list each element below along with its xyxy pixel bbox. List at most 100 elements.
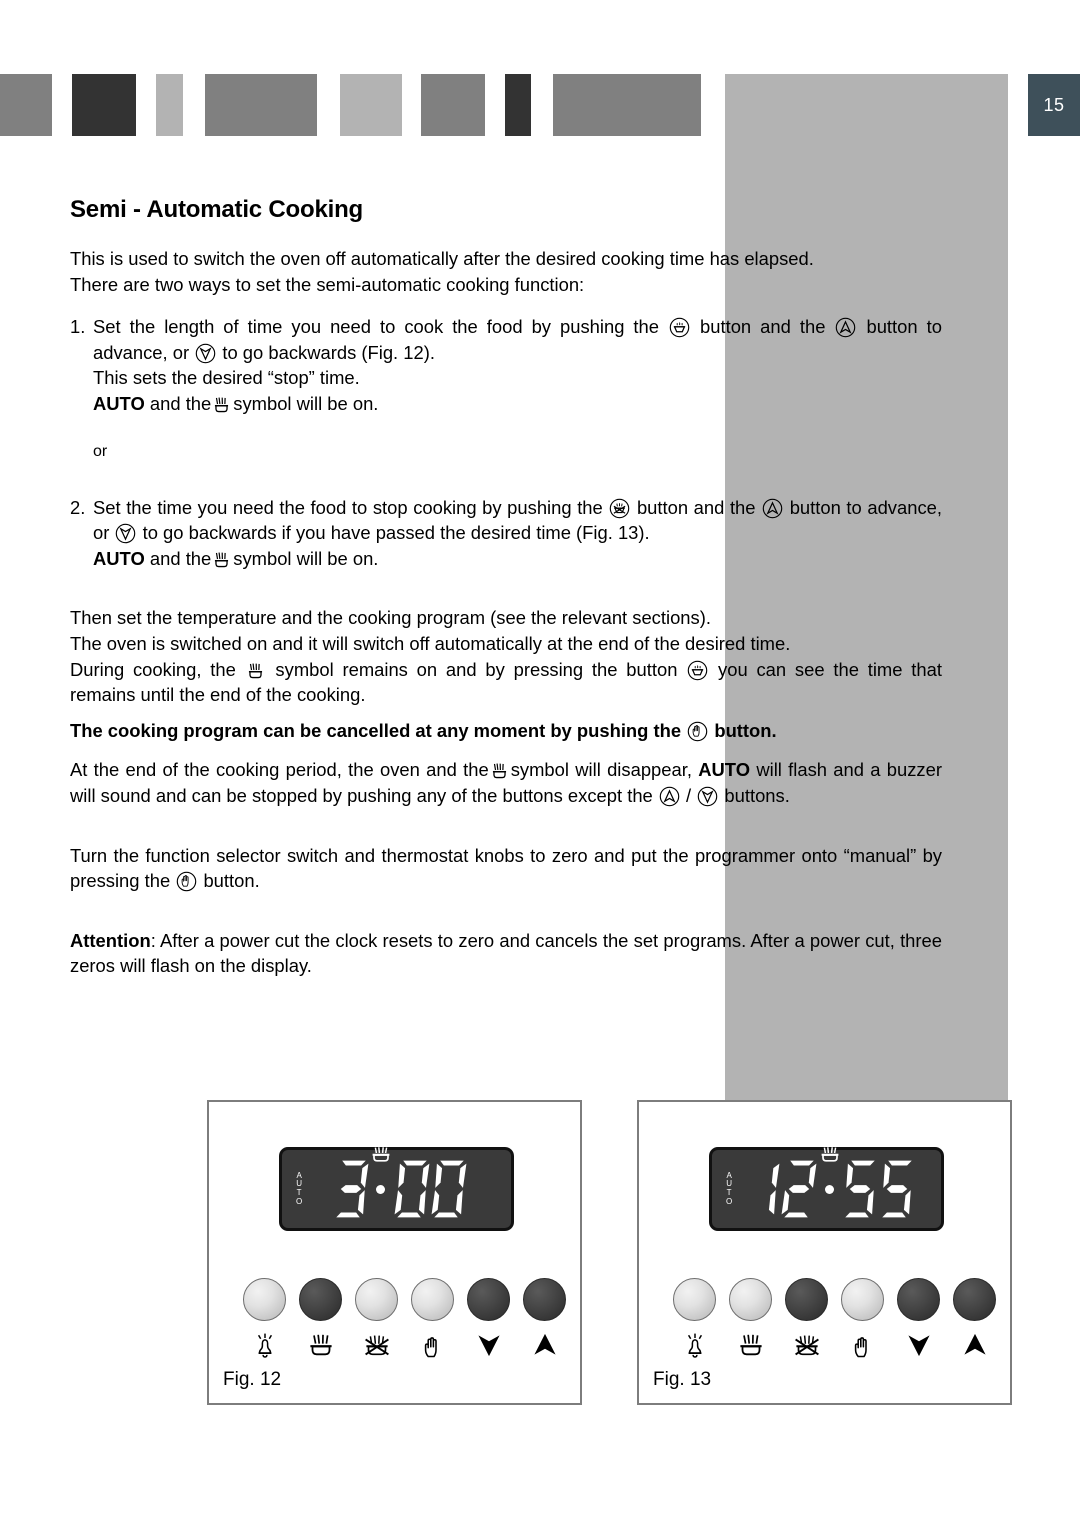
bar-4 xyxy=(205,74,317,136)
step-2-sub2-a: and the xyxy=(149,547,212,569)
decrease-button-knob[interactable] xyxy=(897,1278,940,1321)
end-cooking-a: At the end of the cooking period, the ov… xyxy=(70,759,489,781)
increase-button-knob[interactable] xyxy=(953,1278,996,1321)
hand-circled-icon xyxy=(176,871,197,892)
minute-minder-button-knob[interactable] xyxy=(673,1278,716,1321)
pan-steam-icon xyxy=(305,1330,337,1360)
lcd-digits xyxy=(732,1147,941,1220)
pan-steam-icon xyxy=(212,394,231,415)
step-1-auto-label: AUTO xyxy=(93,392,145,414)
step-1-sub-1: This sets the desired “stop” time. xyxy=(93,367,360,389)
figure-1: AUTO Fig. 12 xyxy=(207,1100,582,1405)
pan-steam-circled-icon xyxy=(687,660,708,681)
lcd-colon-group xyxy=(819,1147,841,1220)
increase-button-knob[interactable] xyxy=(523,1278,566,1321)
manual-reset-a: Turn the function selector switch and th… xyxy=(70,844,942,892)
step-2-text-d: to go backwards if you have passed the d… xyxy=(142,522,650,544)
end-cooking-button-knob[interactable] xyxy=(785,1278,828,1321)
manual-button-knob[interactable] xyxy=(411,1278,454,1321)
step-1: 1. Set the length of time you need to co… xyxy=(70,314,942,416)
chevron-down-icon xyxy=(473,1330,505,1360)
chevron-down-circled-icon xyxy=(195,343,216,364)
cooking-time-button[interactable] xyxy=(299,1278,342,1360)
or-separator: or xyxy=(93,442,108,460)
manual-button[interactable] xyxy=(411,1278,454,1360)
decrease-button[interactable] xyxy=(467,1278,510,1360)
bar-7 xyxy=(505,74,531,136)
body-line-2: The oven is switched on and it will swit… xyxy=(70,632,791,654)
step-2-sub-2: AUTO and the symbol will be on. xyxy=(93,546,942,572)
control-button-row xyxy=(673,1278,996,1360)
attention-paragraph: Attention: After a power cut the clock r… xyxy=(70,928,942,979)
control-button-row xyxy=(243,1278,566,1360)
step-2-sub2-b: symbol will be on. xyxy=(233,547,379,569)
pan-stop-circled-icon xyxy=(609,498,630,519)
pan-steam-circled-icon xyxy=(669,317,690,338)
bar-2 xyxy=(72,74,136,136)
pan-steam-icon xyxy=(490,760,509,781)
lcd-colon-group xyxy=(370,1147,392,1220)
lcd-colon-dot xyxy=(376,1185,386,1194)
step-1-sub-2: AUTO and the symbol will be on. xyxy=(93,391,942,417)
step-1-text-d: to go backwards (Fig. 12). xyxy=(222,341,435,363)
minute-minder-button[interactable] xyxy=(673,1278,716,1360)
cooking-time-button-knob[interactable] xyxy=(299,1278,342,1321)
manual-button[interactable] xyxy=(841,1278,884,1360)
cancel-program-notice: The cooking program can be cancelled at … xyxy=(70,718,942,744)
intro-line-2: There are two ways to set the semi-autom… xyxy=(70,273,585,295)
step-1-number: 1. xyxy=(70,316,86,338)
decrease-button-knob[interactable] xyxy=(467,1278,510,1321)
intro-line-1: This is used to switch the oven off auto… xyxy=(70,248,814,269)
bar-6 xyxy=(421,74,485,136)
hand-icon xyxy=(417,1330,449,1360)
minute-minder-button-knob[interactable] xyxy=(243,1278,286,1321)
increase-button[interactable] xyxy=(523,1278,566,1360)
pan-steam-icon xyxy=(246,660,265,681)
cancel-notice-b: button. xyxy=(714,719,777,741)
end-cooking-b: symbol will disappear, xyxy=(510,759,692,781)
cooking-time-button[interactable] xyxy=(729,1278,772,1360)
end-cooking-button-knob[interactable] xyxy=(355,1278,398,1321)
figure-caption: Fig. 13 xyxy=(653,1369,712,1390)
pan-steam-icon xyxy=(735,1330,767,1360)
pan-stop-icon xyxy=(361,1330,393,1360)
body-line-3-b: symbol remains on and by pressing the bu… xyxy=(275,658,678,680)
chevron-up-icon xyxy=(529,1330,561,1360)
lcd-digit xyxy=(781,1158,817,1220)
step-2: 2. Set the time you need the food to sto… xyxy=(70,495,942,572)
chevron-down-icon xyxy=(903,1330,935,1360)
body-line-1: Then set the temperature and the cooking… xyxy=(70,607,711,629)
bar-3 xyxy=(156,74,183,136)
figure-caption: Fig. 12 xyxy=(223,1369,282,1390)
step-2-number: 2. xyxy=(70,496,86,518)
decrease-button[interactable] xyxy=(897,1278,940,1360)
minute-minder-button[interactable] xyxy=(243,1278,286,1360)
increase-button[interactable] xyxy=(953,1278,996,1360)
end-cooking-d: buttons. xyxy=(724,784,790,806)
chevron-up-circled-icon xyxy=(659,786,680,807)
step-1-sub2-a: and the xyxy=(149,392,212,414)
bar-8 xyxy=(553,74,701,136)
chevron-down-circled-icon xyxy=(697,786,718,807)
attention-text: : After a power cut the clock resets to … xyxy=(70,929,942,977)
bell-icon xyxy=(249,1330,281,1360)
chevron-up-circled-icon xyxy=(762,498,783,519)
manual-reset-paragraph: Turn the function selector switch and th… xyxy=(70,843,942,894)
chevron-down-circled-icon xyxy=(115,523,136,544)
lcd-display: AUTO xyxy=(279,1147,514,1231)
step-1-sub2-b: symbol will be on. xyxy=(233,392,379,414)
manual-button-knob[interactable] xyxy=(841,1278,884,1321)
end-cooking-button[interactable] xyxy=(355,1278,398,1360)
lcd-digit xyxy=(394,1158,430,1220)
cancel-notice-a: The cooking program can be cancelled at … xyxy=(70,719,682,741)
cooking-time-button-knob[interactable] xyxy=(729,1278,772,1321)
end-cooking-auto-label: AUTO xyxy=(698,759,751,781)
figure-2: AUTO Fig. 13 xyxy=(637,1100,1012,1405)
step-2-text-a: Set the time you need the food to stop c… xyxy=(93,496,603,518)
document-page: 15 Semi - Automatic Cooking This is used… xyxy=(0,0,1080,1532)
lcd-colon-dot xyxy=(824,1185,834,1194)
lcd-display: AUTO xyxy=(709,1147,944,1231)
chevron-up-circled-icon xyxy=(835,317,856,338)
step-2-text-b: button and the xyxy=(636,496,756,518)
end-cooking-button[interactable] xyxy=(785,1278,828,1360)
